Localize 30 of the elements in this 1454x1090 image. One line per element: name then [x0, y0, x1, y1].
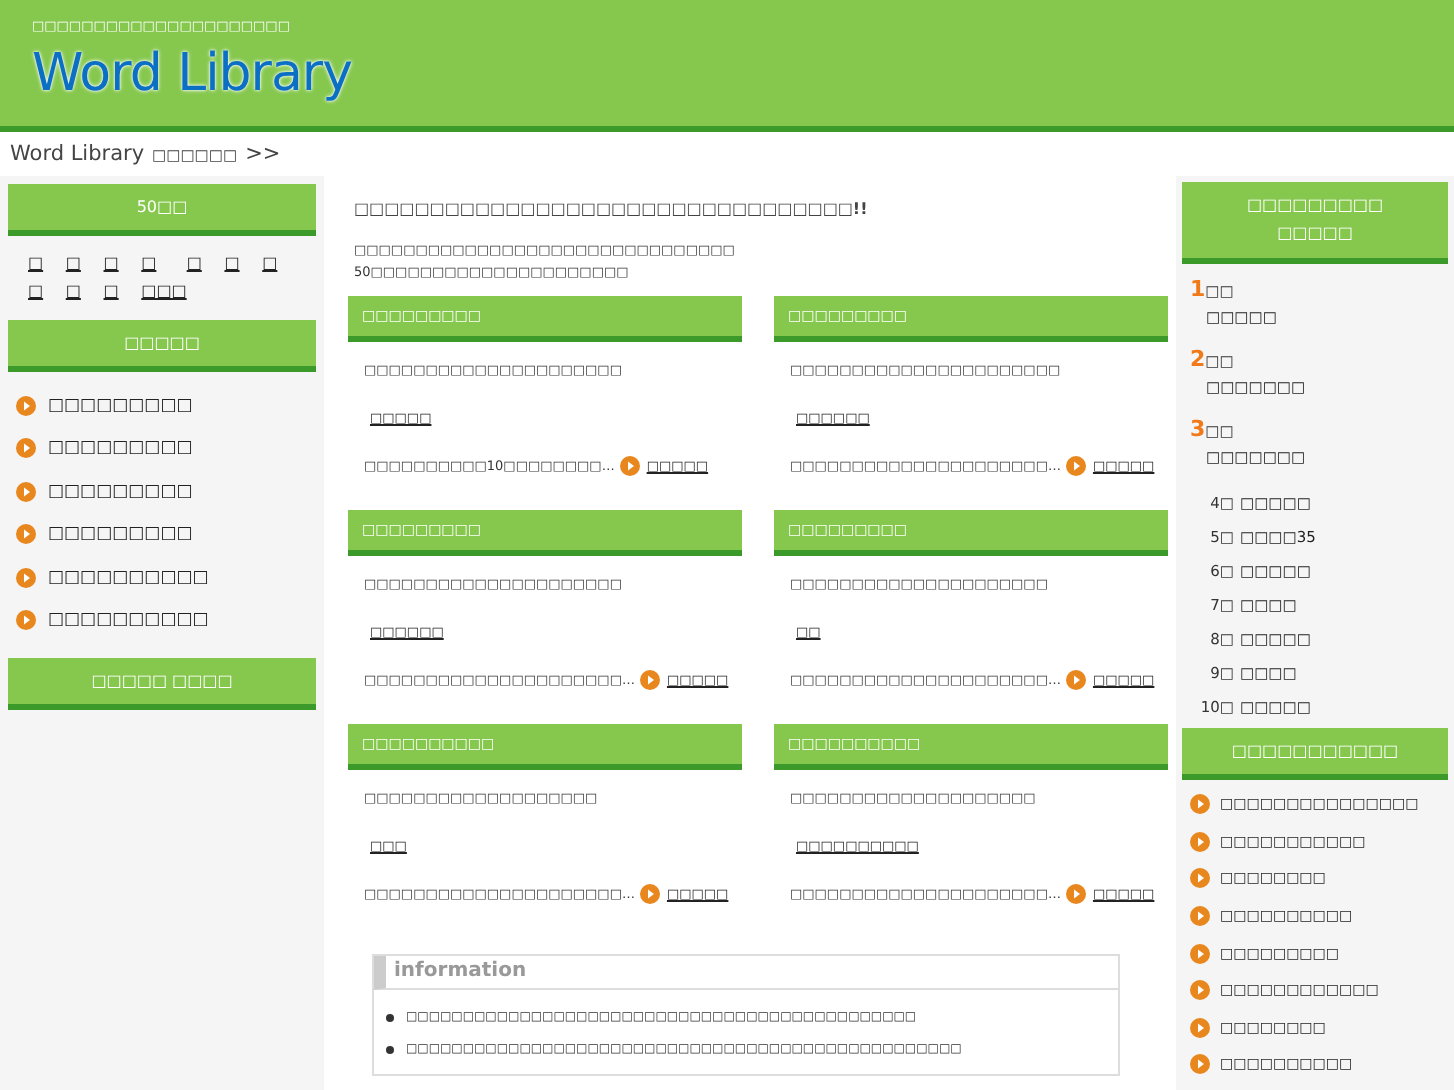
breadcrumb-separator: >> [245, 142, 281, 166]
kana-link[interactable]: □□□ [141, 282, 187, 300]
section-heading: 50□□ [8, 184, 316, 236]
kana-link[interactable]: □ [141, 254, 187, 272]
bullet-dot-icon [386, 1014, 394, 1022]
section-heading: □□□□□□□□□□□ [1182, 728, 1448, 780]
kana-link[interactable]: □ [103, 254, 142, 272]
kana-link[interactable]: □ [186, 254, 225, 272]
section-heading: □□□□□ [8, 320, 316, 372]
breadcrumb-link[interactable]: Word Library [10, 142, 145, 166]
rank-number: 3 [1190, 416, 1206, 442]
category-link[interactable]: □□□□□□□□□ [48, 524, 193, 545]
kana-link[interactable]: □ [28, 282, 66, 300]
kana-link[interactable]: □ [103, 282, 142, 300]
bullet-dot-icon [386, 1046, 394, 1054]
information-heading: information [374, 956, 1118, 990]
category-link[interactable]: □□□□□□□□□ [48, 481, 193, 502]
kana-link[interactable]: □ [28, 254, 66, 272]
category-link[interactable]: □□□□□□□□□ [48, 438, 193, 459]
category-link[interactable]: □□□□□□□□□ [48, 395, 193, 416]
category-link[interactable]: □□□□□□□□□□ [48, 610, 209, 631]
category-link[interactable]: □□□□□□□□□□ [48, 567, 209, 588]
kana-link[interactable]: □ [65, 282, 104, 300]
kana-link[interactable]: □ [262, 254, 300, 272]
page-title: □□□□□□□□□□□□□□□□□□□□□□□□□□□□□□□□□!! [354, 198, 870, 222]
kana-link[interactable]: □ [224, 254, 263, 272]
rank-number: 2 [1190, 346, 1206, 372]
section-heading: □□□□□□□□□ □□□□□ [1182, 182, 1448, 264]
kana-link[interactable]: □ [65, 254, 104, 272]
rank-number: 1 [1190, 276, 1206, 302]
